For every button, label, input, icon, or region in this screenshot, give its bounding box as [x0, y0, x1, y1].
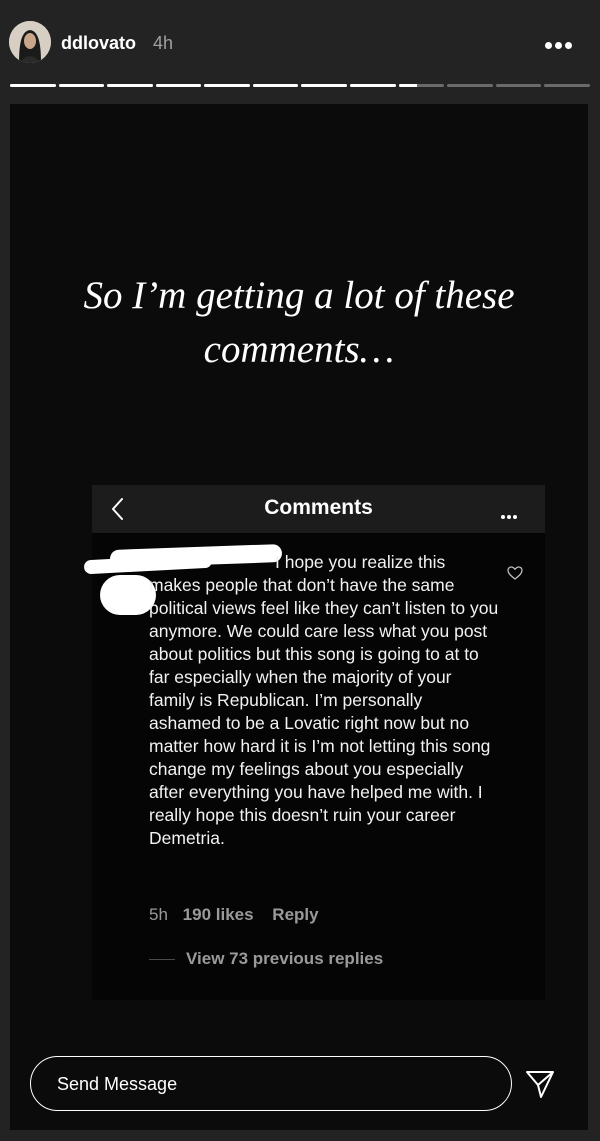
avatar-image: [9, 21, 51, 63]
story-header: ddlovato 4h: [0, 0, 600, 87]
comment-likes: 190 likes: [182, 905, 254, 924]
progress-segment: [301, 84, 348, 87]
comments-title: Comments: [264, 496, 373, 519]
story-progress-bar: [10, 84, 590, 87]
send-message-input[interactable]: Send Message: [30, 1056, 512, 1111]
comment-reply-link: Reply: [272, 905, 319, 924]
comment-age: 5h: [149, 905, 168, 924]
story-content[interactable]: So I’m getting a lot of these comments… …: [10, 104, 588, 1130]
more-options-icon[interactable]: [545, 36, 577, 49]
progress-segment: [107, 84, 153, 87]
more-horizontal-icon: [501, 506, 521, 519]
view-replies-link: View 73 previous replies: [186, 949, 384, 968]
send-message-placeholder: Send Message: [57, 1074, 178, 1094]
story-caption: So I’m getting a lot of these comments…: [83, 274, 515, 371]
progress-segment: [544, 84, 590, 87]
avatar[interactable]: [9, 21, 51, 63]
progress-segment: [398, 84, 445, 87]
comments-header: Comments: [92, 485, 545, 533]
progress-segment: [155, 84, 202, 87]
paper-plane-icon[interactable]: [524, 1068, 556, 1100]
story-username[interactable]: ddlovato: [61, 33, 136, 54]
progress-segment: [447, 84, 493, 87]
progress-segment: [58, 84, 105, 87]
comments-screenshot: Comments I hope you realize this makes p…: [83, 485, 545, 1000]
comment-text: I hope you realize this makes people tha…: [149, 552, 499, 848]
redaction-mark: [100, 575, 156, 615]
progress-segment: [350, 84, 396, 87]
replies-divider: [149, 959, 175, 960]
progress-segment: [204, 84, 250, 87]
progress-segment: [252, 84, 299, 87]
heart-outline-icon: [507, 566, 523, 580]
story-timestamp: 4h: [153, 33, 174, 53]
progress-segment: [10, 84, 56, 87]
comment-meta: 5h 190 likes Reply: [149, 905, 319, 925]
progress-segment: [495, 84, 542, 87]
